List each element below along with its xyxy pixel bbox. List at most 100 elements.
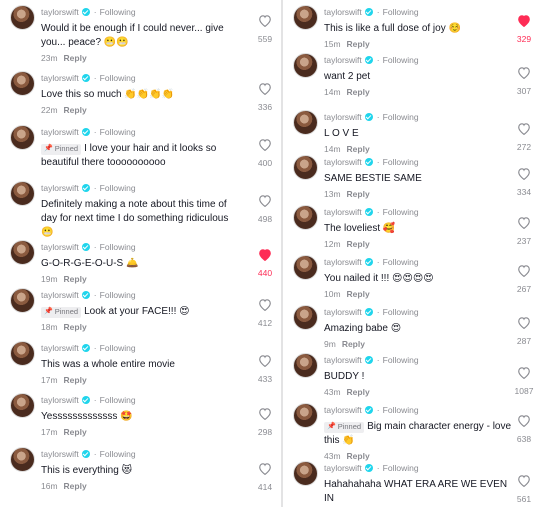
reply-button[interactable]: Reply: [64, 375, 87, 385]
like-button[interactable]: 329: [509, 14, 539, 47]
heart-icon: [259, 355, 271, 367]
reply-button[interactable]: Reply: [347, 239, 370, 249]
username[interactable]: taylorswift: [41, 395, 79, 405]
avatar[interactable]: [293, 403, 318, 428]
separator-dot: ·: [376, 111, 380, 122]
reply-button[interactable]: Reply: [347, 87, 370, 97]
username[interactable]: taylorswift: [41, 73, 79, 83]
reply-button[interactable]: Reply: [347, 39, 370, 49]
like-button[interactable]: 334: [509, 167, 539, 200]
like-button[interactable]: 272: [509, 122, 539, 155]
avatar[interactable]: [293, 155, 318, 180]
like-button[interactable]: 412: [250, 298, 280, 331]
following-label: Following: [382, 54, 419, 65]
avatar[interactable]: [10, 125, 35, 150]
like-button[interactable]: 498: [250, 194, 280, 227]
reply-button[interactable]: Reply: [347, 144, 370, 154]
avatar[interactable]: [10, 447, 35, 472]
reply-button[interactable]: Reply: [64, 481, 87, 491]
username[interactable]: taylorswift: [324, 405, 362, 415]
like-button[interactable]: 638: [509, 414, 539, 447]
username[interactable]: taylorswift: [324, 257, 362, 267]
avatar[interactable]: [293, 110, 318, 135]
comment-time: 12m: [324, 239, 341, 249]
avatar[interactable]: [293, 305, 318, 330]
like-button[interactable]: 298: [250, 407, 280, 440]
like-button[interactable]: 561: [509, 474, 539, 507]
like-button[interactable]: 267: [509, 264, 539, 297]
avatar[interactable]: [293, 461, 318, 486]
comment-text: 📌 This is everything 😻: [41, 464, 241, 478]
avatar[interactable]: [293, 205, 318, 230]
like-button[interactable]: 1087: [509, 366, 539, 399]
username[interactable]: taylorswift: [41, 343, 79, 353]
avatar[interactable]: [293, 53, 318, 78]
avatar[interactable]: [10, 288, 35, 313]
like-button[interactable]: 433: [250, 354, 280, 387]
comment-body: taylorswift · Following 📌 SAME BESTIE SA…: [324, 155, 514, 200]
verified-icon: [364, 307, 373, 316]
username[interactable]: taylorswift: [324, 157, 362, 167]
like-button[interactable]: 307: [509, 66, 539, 99]
comment-body: taylorswift · Following 📌 Amazing babe 😍…: [324, 305, 514, 350]
username[interactable]: taylorswift: [324, 55, 362, 65]
comment-footer: 15m Reply: [324, 39, 514, 49]
avatar[interactable]: [10, 393, 35, 418]
comment-meta: taylorswift · Following: [324, 5, 514, 18]
reply-button[interactable]: Reply: [347, 189, 370, 199]
comment-column-left: taylorswift · Following 📌 Would it be en…: [0, 0, 281, 507]
avatar[interactable]: [10, 71, 35, 96]
reply-button[interactable]: Reply: [64, 274, 87, 284]
comment-time: 9m: [324, 339, 336, 349]
like-button[interactable]: 237: [509, 216, 539, 249]
avatar[interactable]: [293, 353, 318, 378]
comment-time: 17m: [41, 375, 58, 385]
comment-text: 📌 Would it be enough if I could never...…: [41, 22, 241, 50]
reply-button[interactable]: Reply: [347, 387, 370, 397]
reply-button[interactable]: Reply: [342, 339, 365, 349]
reply-button[interactable]: Reply: [64, 53, 87, 63]
username[interactable]: taylorswift: [324, 463, 362, 473]
reply-button[interactable]: Reply: [347, 289, 370, 299]
comment-text: 📌 Love this so much 👏👏👏👏: [41, 88, 241, 102]
verified-icon: [81, 73, 90, 82]
like-button[interactable]: 400: [250, 138, 280, 171]
username[interactable]: taylorswift: [324, 307, 362, 317]
verified-icon: [81, 127, 90, 136]
avatar[interactable]: [10, 240, 35, 265]
like-button[interactable]: 336: [250, 82, 280, 115]
username[interactable]: taylorswift: [41, 127, 79, 137]
username[interactable]: taylorswift: [41, 242, 79, 252]
avatar[interactable]: [293, 255, 318, 280]
comment-time: 43m: [324, 451, 341, 461]
like-button[interactable]: 287: [509, 316, 539, 349]
avatar[interactable]: [10, 341, 35, 366]
pinned-badge: 📌 Pinned: [41, 306, 82, 318]
comment-body: taylorswift · Following 📌 Hahahahaha WHA…: [324, 461, 514, 507]
username[interactable]: taylorswift: [41, 7, 79, 17]
like-button[interactable]: 440: [250, 248, 280, 281]
avatar[interactable]: [10, 5, 35, 30]
comment-content: Yesssssssssssss 🤩: [41, 411, 133, 422]
username[interactable]: taylorswift: [324, 7, 362, 17]
username[interactable]: taylorswift: [324, 207, 362, 217]
like-button[interactable]: 414: [250, 462, 280, 495]
username[interactable]: taylorswift: [41, 183, 79, 193]
reply-button[interactable]: Reply: [64, 427, 87, 437]
reply-button[interactable]: Reply: [64, 105, 87, 115]
username[interactable]: taylorswift: [41, 449, 79, 459]
avatar[interactable]: [293, 5, 318, 30]
separator-dot: ·: [376, 306, 380, 317]
username[interactable]: taylorswift: [324, 355, 362, 365]
separator-dot: ·: [376, 354, 380, 365]
comment-footer: 16m Reply: [41, 481, 241, 491]
like-button[interactable]: 559: [250, 14, 280, 47]
username[interactable]: taylorswift: [324, 112, 362, 122]
heart-icon: [259, 15, 271, 27]
comment-text: 📌 The loveliest 🥰: [324, 222, 514, 236]
username[interactable]: taylorswift: [41, 290, 79, 300]
avatar[interactable]: [10, 181, 35, 206]
reply-button[interactable]: Reply: [347, 451, 370, 461]
reply-button[interactable]: Reply: [64, 322, 87, 332]
separator-dot: ·: [93, 182, 97, 193]
